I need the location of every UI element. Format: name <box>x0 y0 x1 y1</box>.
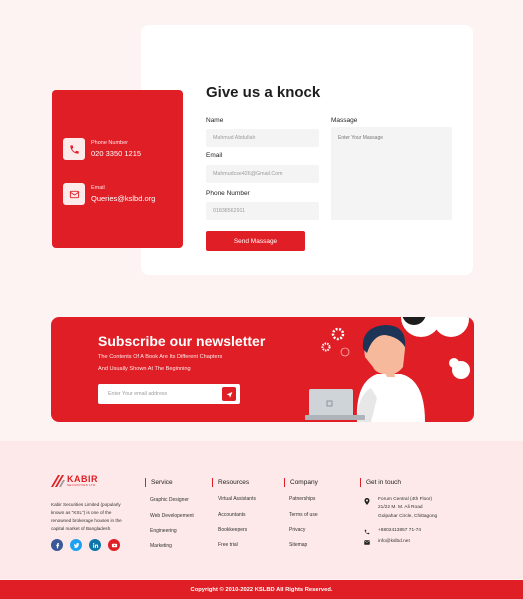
address-line: 21/22 M. M. Ali Road <box>378 505 423 510</box>
footer-col-company-title: Company <box>284 478 318 487</box>
contact-info-box: Phone Number 020 3350 1215 Email Queries… <box>52 90 183 248</box>
location-icon <box>364 498 370 505</box>
mail-icon <box>364 540 370 545</box>
newsletter-line2: And Usually Shown At The Beginning <box>98 366 191 372</box>
footer-link[interactable]: Accountants <box>218 512 246 518</box>
newsletter-submit-button[interactable] <box>222 387 236 401</box>
footer-logo[interactable]: KABIR SECURITIES LTD. <box>51 475 98 487</box>
address-line: Golpahar Circle, Chittagong <box>378 514 438 519</box>
logo-subtext: SECURITIES LTD. <box>67 483 97 487</box>
email-input[interactable]: Mahmudcse426@Gmail.Com <box>206 165 319 183</box>
footer-link[interactable]: Graphic Designer <box>150 497 189 503</box>
footer-email[interactable]: info@kslbd.net <box>378 538 410 546</box>
footer-get-in-touch-title: Get in touch <box>360 478 401 487</box>
copyright-bar: Copyright © 2010-2022 KSLBD All Rights R… <box>0 580 523 599</box>
footer-link[interactable]: Bookkeepers <box>218 527 247 533</box>
email-label: Email <box>91 185 105 191</box>
footer-link[interactable]: Virtual Assistants <box>218 496 256 502</box>
footer-link[interactable]: Engineering <box>150 528 177 534</box>
address-line: Forum Central (4th Floor) <box>378 497 433 502</box>
message-label: Massage <box>331 117 358 124</box>
message-textarea[interactable]: Enter Your Massage <box>331 127 452 220</box>
footer-link[interactable]: Web Developement <box>150 513 194 519</box>
footer-link[interactable]: Sitemap <box>289 542 307 548</box>
newsletter-email-input[interactable]: Enter Your email address <box>98 384 240 404</box>
footer-about-text: Kabir Securities Limited (popularly know… <box>51 502 122 531</box>
name-label: Name <box>206 117 224 124</box>
email-value[interactable]: Queries@kslbd.org <box>91 194 155 203</box>
facebook-icon[interactable] <box>51 539 63 551</box>
linkedin-icon[interactable] <box>89 539 101 551</box>
footer-col-service-title: Service <box>145 478 173 487</box>
form-title: Give us a knock <box>206 84 321 101</box>
kabir-logo-mark-icon <box>51 475 65 487</box>
footer-col-resources-title: Resources <box>212 478 249 487</box>
phone-value[interactable]: 020 3350 1215 <box>91 149 141 158</box>
footer-phone[interactable]: +8802413857 71-74 <box>378 527 421 535</box>
phone-label: Phone Number <box>91 140 128 146</box>
footer-link[interactable]: Privacy <box>289 527 305 533</box>
footer-link[interactable]: Free trial <box>218 542 238 548</box>
twitter-icon[interactable] <box>70 539 82 551</box>
footer-link[interactable]: Marketing <box>150 543 172 549</box>
youtube-icon[interactable] <box>108 539 120 551</box>
phone-icon <box>364 529 370 535</box>
name-input[interactable]: Mahmud Abdullah <box>206 129 319 147</box>
newsletter-title: Subscribe our newsletter <box>98 333 266 349</box>
mail-icon <box>63 183 85 205</box>
newsletter-line1: The Contents Of A Book Are Its Different… <box>98 354 223 360</box>
phone-input[interactable]: 01838562911 <box>206 202 319 220</box>
phone-icon <box>63 138 85 160</box>
email-field-label: Email <box>206 152 223 159</box>
send-message-button[interactable]: Send Massage <box>206 231 305 251</box>
newsletter-illustration <box>305 317 470 422</box>
send-icon <box>226 391 232 398</box>
phone-field-label: Phone Number <box>206 190 250 197</box>
footer-link[interactable]: Patnerships <box>289 496 315 502</box>
social-links <box>51 539 120 551</box>
footer-link[interactable]: Terms of use <box>289 512 318 518</box>
